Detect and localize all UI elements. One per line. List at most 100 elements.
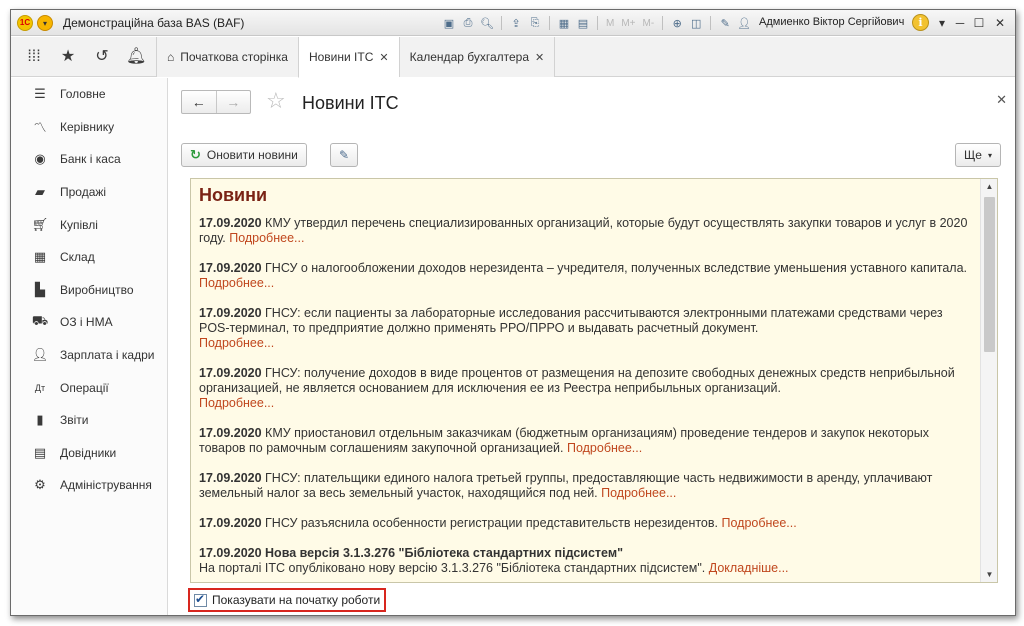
tab-accountant-calendar[interactable]: Календар бухгалтера ✕ — [398, 37, 556, 77]
refresh-news-button[interactable]: ↻ Оновити новини — [181, 143, 307, 167]
info-icon[interactable]: i — [912, 14, 929, 31]
news-date: 17.09.2020 — [199, 366, 262, 380]
sidebar-item-bank[interactable]: ◉ Банк і каса — [11, 143, 167, 176]
panels-icon[interactable]: ◫ — [688, 15, 704, 31]
sidebar-item-production[interactable]: ▙ Виробництво — [11, 274, 167, 307]
calculator-icon[interactable]: ▦ — [556, 15, 572, 31]
news-date: 17.09.2020 — [199, 516, 262, 530]
notes-button[interactable]: ✎ — [330, 143, 358, 167]
app-window: 1С ▾ Демонстраційна база BAS (BAF) ▣ ⎙ 🔍… — [10, 9, 1016, 616]
history-nav: ← → — [181, 90, 251, 114]
more-link[interactable]: Подробнее... — [567, 441, 642, 455]
maximize-icon[interactable]: ☐ — [970, 14, 988, 32]
more-link[interactable]: Подробнее... — [199, 336, 274, 350]
close-tab-icon[interactable]: ✕ — [535, 51, 544, 64]
sidebar-item-main[interactable]: ☰ Головне — [11, 78, 167, 111]
news-date: 17.09.2020 — [199, 306, 262, 320]
news-date: 17.09.2020 — [199, 261, 262, 275]
news-item: 17.09.2020 КМУ приостановил отдельным за… — [199, 426, 972, 456]
bag-icon: ▰ — [35, 184, 45, 200]
news-heading: Новини — [199, 185, 268, 205]
toolbar-separator — [597, 16, 598, 30]
close-tab-icon[interactable]: ✕ — [379, 51, 388, 64]
sidebar-item-label: Банк і каса — [60, 152, 121, 167]
toolbar-separator — [710, 16, 712, 30]
close-form-icon[interactable]: ✕ — [996, 92, 1007, 108]
sidebar-item-purchases[interactable]: 🛒︎ Купівлі — [11, 208, 167, 241]
sidebar-item-label: Адміністрування — [60, 478, 152, 493]
current-user[interactable]: Адмиенко Віктор Сергійович — [759, 16, 904, 28]
sidebar-item-label: Виробництво — [60, 282, 134, 297]
close-window-icon[interactable]: ✕ — [991, 14, 1009, 32]
minimize-icon[interactable]: ─ — [951, 14, 969, 32]
scroll-down-icon[interactable]: ▼ — [981, 570, 997, 579]
preview-icon[interactable]: 🔍︎ — [479, 15, 495, 31]
chevron-down-icon: ▾ — [987, 150, 992, 160]
sections-sidebar: ☰ Головне 〽 Керівнику ◉ Банк і каса ▰ Продаж… — [11, 78, 168, 615]
back-arrow-icon[interactable]: ← — [182, 91, 216, 113]
upload-icon[interactable]: ⇪ — [508, 15, 524, 31]
menu-lines-icon: ☰ — [34, 86, 46, 102]
news-item: 17.09.2020 ГНСУ разъяснила особенности р… — [199, 516, 972, 531]
sidebar-item-salary[interactable]: 👤︎ Зарплата і кадри — [11, 339, 167, 372]
tools-icon[interactable]: ✎ — [717, 15, 733, 31]
details-link[interactable]: Докладніше... — [709, 561, 789, 575]
sidebar-item-fixed-assets[interactable]: ⛟ ОЗ і НМА — [11, 306, 167, 339]
print-copy-icon[interactable]: ⎘ — [527, 15, 543, 31]
sidebar-item-label: Купівлі — [60, 217, 98, 232]
user-icon: 👤︎ — [737, 17, 752, 30]
calendar-icon[interactable]: ▤ — [575, 15, 591, 31]
dt-kt-icon: Дт — [34, 382, 46, 393]
memory-minus-button[interactable]: M- — [641, 15, 657, 31]
sidebar-item-directories[interactable]: ▤ Довідники — [11, 437, 167, 470]
sidebar-item-manager[interactable]: 〽 Керівнику — [11, 111, 167, 144]
button-label: Оновити новини — [206, 148, 298, 162]
trend-icon: 〽 — [33, 120, 47, 136]
memory-plus-button[interactable]: M+ — [619, 15, 637, 31]
more-link[interactable]: Подробнее... — [199, 396, 274, 410]
scroll-thumb[interactable] — [984, 197, 995, 352]
news-scrollbar[interactable]: ▲ ▼ — [980, 179, 997, 582]
apps-grid-icon[interactable]: ⁞⁞⁞ — [24, 47, 44, 67]
save-icon[interactable]: ▣ — [441, 15, 457, 31]
tab-home[interactable]: ⌂ Початкова сторінка — [156, 37, 298, 77]
home-icon: ⌂ — [167, 50, 175, 64]
sidebar-item-label: Керівнику — [60, 119, 115, 134]
news-panel: Новини 17.09.2020 КМУ утвердил перечень … — [190, 178, 998, 583]
sidebar-item-label: Склад — [60, 250, 95, 265]
history-icon[interactable]: ↺ — [92, 47, 112, 67]
sidebar-item-administration[interactable]: ⚙ Адміністрування — [11, 469, 167, 502]
news-text: КМУ приостановил отдельным заказчикам (б… — [199, 426, 929, 455]
tabs-bar: ⌂ Початкова сторінка Новини ІТС ✕ Календ… — [156, 37, 556, 78]
sidebar-item-warehouse[interactable]: ▦ Склад — [11, 241, 167, 274]
sidebar-item-sales[interactable]: ▰ Продажі — [11, 176, 167, 209]
tab-news-its[interactable]: Новини ІТС ✕ — [297, 37, 399, 78]
show-at-start-checkbox[interactable] — [194, 592, 207, 607]
person-icon: 👤︎ — [31, 347, 49, 363]
news-headline: 17.09.2020 Нова версія 3.1.3.276 "Бібліо… — [199, 546, 624, 560]
sidebar-item-reports[interactable]: ▮ Звіти — [11, 404, 167, 437]
more-link[interactable]: Подробнее... — [199, 276, 274, 290]
tab-label: Календар бухгалтера — [409, 50, 530, 64]
factory-icon: ▙ — [35, 281, 45, 297]
zoom-icon[interactable]: ⊕ — [669, 15, 685, 31]
favorite-star-icon[interactable]: ☆ — [266, 88, 286, 114]
info-dropdown-icon[interactable]: ▾ — [933, 14, 951, 32]
sections-bar: ⁞⁞⁞ ★ ↺ 🔔︎ ⌂ Початкова сторінка Новини І… — [11, 37, 1015, 78]
notifications-bell-icon[interactable]: 🔔︎ — [126, 47, 146, 67]
sidebar-item-label: ОЗ і НМА — [60, 315, 113, 330]
scroll-up-icon[interactable]: ▲ — [981, 182, 997, 191]
main-menu-icon[interactable]: ▾ — [37, 15, 53, 31]
more-link[interactable]: Подробнее... — [229, 231, 304, 245]
more-button[interactable]: Ще ▾ — [955, 143, 1001, 167]
print-icon[interactable]: ⎙ — [460, 15, 476, 31]
refresh-icon: ↻ — [190, 147, 201, 162]
sidebar-item-operations[interactable]: Дт Операції — [11, 371, 167, 404]
more-link[interactable]: Подробнее... — [721, 516, 796, 530]
news-item: 17.09.2020 ГНСУ: плательщики единого нал… — [199, 471, 972, 501]
favorites-star-icon[interactable]: ★ — [58, 47, 78, 67]
memory-button[interactable]: M — [604, 15, 616, 31]
more-link[interactable]: Подробнее... — [601, 486, 676, 500]
forward-arrow-icon[interactable]: → — [215, 91, 251, 113]
show-at-start-option[interactable]: Показувати на початку роботи — [188, 588, 386, 612]
